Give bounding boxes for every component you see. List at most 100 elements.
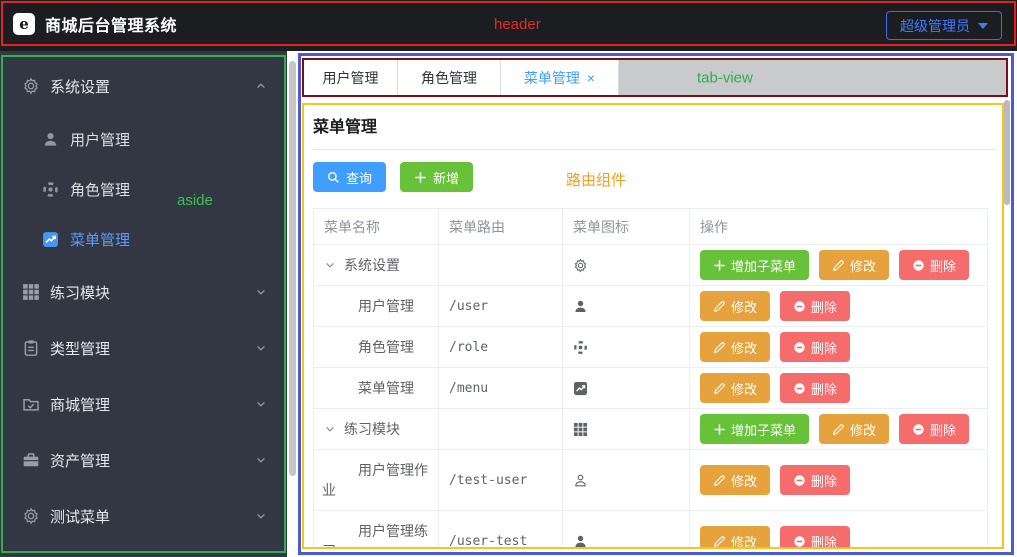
menu-icon-cell [563, 286, 690, 326]
add-child-button[interactable]: 增加子菜单 [700, 250, 809, 280]
sidebar-subitem-0-1[interactable]: 角色管理 [0, 164, 287, 214]
edit-button-label: 修改 [731, 532, 757, 550]
sidebar-item-2[interactable]: 类型管理 [0, 320, 287, 376]
sidebar-item-5[interactable]: 测试菜单 [0, 488, 287, 544]
menu-name: 练习模块 [344, 419, 400, 439]
table-row: 菜单管理/menu 修改删除 [314, 368, 987, 409]
delete-button[interactable]: 删除 [780, 465, 850, 495]
sidebar: 系统设置用户管理角色管理菜单管理练习模块类型管理商城管理资产管理测试菜单 asi… [0, 51, 287, 557]
tab-1[interactable]: 角色管理 [398, 60, 501, 95]
edit-button[interactable]: 修改 [700, 291, 770, 321]
add-child-button-label: 增加子菜单 [731, 256, 796, 275]
sidebar-subitem-0-0[interactable]: 用户管理 [0, 114, 287, 164]
tab-0[interactable]: 用户管理 [304, 60, 398, 95]
sidebar-item-4[interactable]: 资产管理 [0, 432, 287, 488]
router-annotation-label: 路由组件 [566, 169, 626, 190]
sidebar-subitem-label: 菜单管理 [70, 229, 130, 250]
edit-icon [713, 474, 726, 487]
delete-button-label: 删除 [811, 471, 837, 490]
menu-name-cell: 练习模块 [314, 409, 439, 449]
content-scrollbar-thumb[interactable] [1004, 100, 1010, 205]
sidebar-item-1[interactable]: 练习模块 [0, 264, 287, 320]
delete-button[interactable]: 删除 [780, 291, 850, 321]
search-button-label: 查询 [346, 168, 372, 187]
add-child-button[interactable]: 增加子菜单 [700, 414, 809, 444]
tab-close-icon[interactable]: × [587, 71, 595, 85]
folder-check-icon [22, 395, 40, 413]
table-row: 用户管理作业/test-user修改删除 [314, 450, 987, 511]
header-annotation-label: header [494, 16, 541, 33]
plus-icon [713, 259, 726, 272]
divider [313, 149, 996, 150]
menu-name-cell: 菜单管理 [314, 368, 439, 408]
add-button[interactable]: 新增 [400, 162, 473, 192]
sidebar-item-3[interactable]: 商城管理 [0, 376, 287, 432]
tab-label: 用户管理 [323, 68, 379, 88]
trend-chart-icon [42, 231, 59, 248]
user-icon [573, 534, 588, 549]
sidebar-item-label: 商城管理 [50, 394, 110, 415]
user-menu-label: 超级管理员 [900, 16, 970, 36]
edit-button-label: 修改 [850, 256, 876, 275]
table-header-row: 菜单名称 菜单路由 菜单图标 操作 [314, 209, 987, 245]
add-button-label: 新增 [433, 168, 459, 187]
edit-button[interactable]: 修改 [700, 373, 770, 403]
user-menu-button[interactable]: 超级管理员 [886, 11, 1002, 40]
delete-button[interactable]: 删除 [899, 250, 969, 280]
page-scrollbar-track[interactable] [287, 51, 298, 557]
delete-button[interactable]: 删除 [780, 332, 850, 362]
menu-icon-cell [563, 409, 690, 449]
menu-icon-cell [563, 450, 690, 510]
menu-route-cell: /role [439, 327, 563, 367]
delete-button[interactable]: 删除 [780, 526, 850, 549]
clipboard-icon [22, 339, 40, 357]
menu-icon-cell [563, 511, 690, 549]
aim-icon [42, 181, 59, 198]
delete-button-label: 删除 [811, 532, 837, 550]
edit-icon [713, 535, 726, 548]
router-view: 菜单管理 查询 新增 路由组件 菜单 [302, 103, 1004, 549]
edit-button[interactable]: 修改 [819, 414, 889, 444]
menu-route-cell: /user [439, 286, 563, 326]
edit-button-label: 修改 [731, 297, 757, 316]
table-row: 系统设置增加子菜单修改删除 [314, 245, 987, 286]
tab-label: 菜单管理 [524, 68, 580, 88]
edit-icon [713, 341, 726, 354]
sidebar-subitem-0-2[interactable]: 菜单管理 [0, 214, 287, 264]
menu-route-cell: /user-test [439, 511, 563, 549]
expand-chevron-icon[interactable] [324, 259, 336, 271]
edit-button[interactable]: 修改 [700, 465, 770, 495]
sidebar-subitem-label: 角色管理 [70, 179, 130, 200]
user-icon [573, 299, 588, 314]
edit-icon [832, 423, 845, 436]
sidebar-item-0[interactable]: 系统设置 [0, 58, 287, 114]
chevron-down-icon [255, 286, 267, 298]
remove-icon [912, 259, 925, 272]
sidebar-menu: 系统设置用户管理角色管理菜单管理练习模块类型管理商城管理资产管理测试菜单 [0, 58, 287, 544]
delete-button[interactable]: 删除 [780, 373, 850, 403]
menu-icon-cell [563, 368, 690, 408]
sidebar-item-label: 测试菜单 [50, 506, 110, 527]
remove-icon [793, 300, 806, 313]
actions-cell: 修改 删除 [690, 286, 987, 326]
tab-2[interactable]: 菜单管理 × [501, 60, 619, 95]
table-row: 用户管理/user修改删除 [314, 286, 987, 327]
menu-route-cell: /menu [439, 368, 563, 408]
edit-button-label: 修改 [731, 338, 757, 357]
aside-annotation-label: aside [177, 192, 213, 209]
edit-button-label: 修改 [731, 471, 757, 490]
edit-button[interactable]: 修改 [700, 526, 770, 549]
app-title: 商城后台管理系统 [45, 12, 177, 36]
column-header-icon: 菜单图标 [563, 209, 690, 244]
menu-icon-cell [563, 327, 690, 367]
delete-button[interactable]: 删除 [899, 414, 969, 444]
expand-chevron-icon[interactable] [324, 423, 336, 435]
edit-button[interactable]: 修改 [700, 332, 770, 362]
edit-button[interactable]: 修改 [819, 250, 889, 280]
search-button[interactable]: 查询 [313, 162, 386, 192]
sidebar-submenu: 用户管理角色管理菜单管理 [0, 114, 287, 264]
sidebar-item-label: 类型管理 [50, 338, 110, 359]
page-scrollbar-thumb[interactable] [289, 61, 296, 476]
trend-chart-icon [573, 381, 588, 396]
tab-bar: 用户管理角色管理菜单管理× tab-view [302, 58, 1008, 97]
